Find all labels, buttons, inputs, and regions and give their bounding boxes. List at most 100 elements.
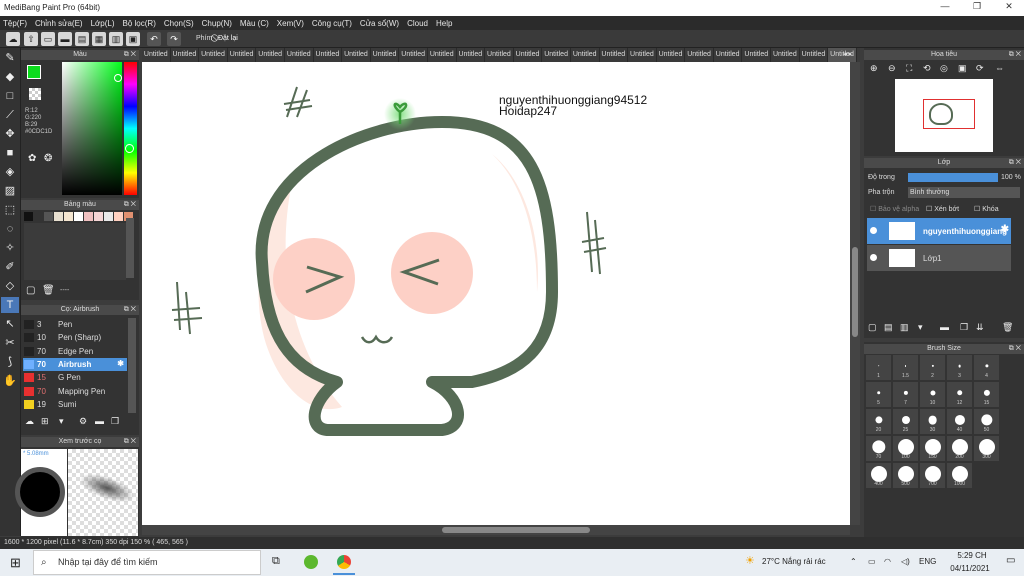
chat-icon[interactable]: ▬ [58, 32, 72, 46]
rotate-right-icon[interactable]: ⟳ [976, 63, 984, 74]
hue-slider[interactable] [124, 62, 137, 195]
lock-checkbox[interactable]: ☐ Khóa [974, 205, 999, 213]
tab-untitled[interactable]: Untitled [657, 48, 686, 62]
minimize-button[interactable]: — [930, 1, 960, 15]
select-eraser-icon[interactable]: ◇ [1, 278, 19, 294]
brush-size-option[interactable]: 200 [947, 436, 972, 461]
brush-tool-icon[interactable]: ✎ [1, 50, 19, 66]
maximize-button[interactable]: ❐ [962, 1, 992, 15]
menu-item[interactable]: Help [436, 19, 452, 28]
network-icon[interactable]: ▭ [868, 557, 876, 566]
tab-untitled[interactable]: Untitled [800, 48, 829, 62]
layer-row-layer1[interactable]: Lớp1 [867, 245, 1011, 271]
brush-size-option[interactable]: 15 [974, 382, 999, 407]
tab-untitled[interactable]: Untitled [457, 48, 486, 62]
duplicate-brush-icon[interactable]: ❐ [111, 416, 119, 427]
redo-icon[interactable]: ↷ [167, 32, 181, 46]
color-wheel-icon[interactable]: ❂ [44, 153, 52, 164]
brush-item[interactable]: 70 Airbrush ✱ [23, 357, 127, 371]
tab-untitled[interactable]: Untitled [142, 48, 171, 62]
menu-item[interactable]: Màu (C) [240, 19, 269, 28]
cloud-icon[interactable]: ☁ [6, 32, 20, 46]
tab-untitled[interactable]: Untitled [714, 48, 743, 62]
brush-size-option[interactable]: 30 [920, 409, 945, 434]
page-icon[interactable]: ▤ [75, 32, 89, 46]
menu-item[interactable]: Chụp(N) [202, 19, 232, 28]
menu-item[interactable]: Xem(V) [277, 19, 304, 28]
horizontal-scrollbar[interactable] [142, 525, 850, 535]
palette-scrollbar[interactable] [126, 218, 134, 278]
layout-icon[interactable]: ▥ [109, 32, 123, 46]
dot-tool-icon[interactable]: ⟋ [1, 107, 19, 123]
fill-rect-tool-icon[interactable]: ■ [1, 145, 19, 161]
menu-item[interactable]: Công cụ(T) [312, 19, 352, 28]
brush-size-option[interactable]: 7 [893, 382, 918, 407]
flip-icon[interactable]: ⇔ [995, 63, 1004, 73]
tab-untitled[interactable]: Untitled [628, 48, 657, 62]
new-layer-icon[interactable]: ▢ [868, 322, 877, 333]
tab-untitled[interactable]: Untitled [399, 48, 428, 62]
palette-swatch[interactable] [104, 212, 113, 221]
merge-layer-icon[interactable]: ⇊ [976, 322, 984, 333]
palette-swatch[interactable] [94, 212, 103, 221]
visibility-icon[interactable] [870, 254, 877, 261]
palette-icon[interactable]: ✿ [28, 153, 36, 164]
select-pen-icon[interactable]: ✐ [1, 259, 19, 275]
brush-size-option[interactable]: 100 [893, 436, 918, 461]
panel-close-icon[interactable]: ⧉ ✕ [1009, 50, 1021, 60]
menu-item[interactable]: Tệp(F) [3, 19, 27, 28]
brush-size-option[interactable]: 3 [947, 355, 972, 380]
layer-row-text[interactable]: nguyenthihuonggiang ✱ [867, 218, 1011, 244]
new-8bit-layer-icon[interactable]: ▥ [900, 322, 909, 333]
hand-tool-icon[interactable]: ✋ [1, 373, 19, 389]
brush-size-option[interactable]: 500 [893, 463, 918, 488]
grid-icon[interactable]: ▦ [92, 32, 106, 46]
reset-button[interactable]: ⃠ Đặt lại [216, 35, 238, 43]
magic-wand-icon[interactable]: ✧ [1, 240, 19, 256]
blend-mode-select[interactable]: Bình thường [908, 187, 1020, 198]
gear-icon[interactable]: ✱ [117, 359, 124, 368]
brush-size-option[interactable]: 25 [893, 409, 918, 434]
delete-layer-icon[interactable]: 🗑 [1002, 322, 1013, 333]
fit-icon[interactable]: ⛶ [906, 63, 912, 74]
zoom-out-icon[interactable]: ⊖ [888, 63, 896, 74]
tab-untitled[interactable]: Untitled [771, 48, 800, 62]
vertical-scrollbar[interactable] [850, 62, 860, 525]
brush-size-option[interactable]: 1 [866, 355, 891, 380]
palette-swatch[interactable] [84, 212, 93, 221]
visibility-icon[interactable] [870, 227, 877, 234]
palette-swatch[interactable] [74, 212, 83, 221]
tab-untitled[interactable]: Untitled [256, 48, 285, 62]
panel-close-icon[interactable]: ⧉ ✕ [1009, 344, 1021, 354]
palette-swatch[interactable] [64, 212, 73, 221]
menu-item[interactable]: Bộ lọc(R) [123, 19, 156, 28]
brush-settings-icon[interactable]: ⚙ [79, 416, 87, 427]
navigator-thumbnail[interactable] [895, 79, 993, 152]
upload-icon[interactable]: ⇧ [24, 32, 38, 46]
tab-untitled[interactable]: Untitled [199, 48, 228, 62]
lasso-icon[interactable]: ◌ [1, 221, 19, 237]
brush-item[interactable]: 70 Edge Pen [23, 345, 127, 358]
brush-size-option[interactable]: 2 [920, 355, 945, 380]
brush-item[interactable]: 3 Pen [23, 318, 127, 331]
opacity-slider[interactable] [908, 173, 998, 182]
tray-chevron-icon[interactable]: ⌃ [850, 557, 857, 566]
brush-item[interactable]: 70 Mapping Pen [23, 385, 127, 398]
new-palette-icon[interactable]: ▢ [26, 285, 35, 296]
horizontal-scroll-thumb[interactable] [442, 527, 590, 533]
weather-text[interactable]: 27°C Nắng rải rác [762, 557, 826, 566]
wifi-icon[interactable]: ◠ [884, 557, 891, 566]
panel-close-icon[interactable]: ⧉ ✕ [1009, 158, 1021, 168]
actual-size-icon[interactable]: ▣ [958, 63, 967, 74]
brush-size-option[interactable]: 4 [974, 355, 999, 380]
chrome-app-icon[interactable] [337, 555, 351, 569]
menu-item[interactable]: Lớp(L) [91, 19, 115, 28]
brush-folder-icon[interactable]: ▬ [95, 416, 104, 426]
brush-size-option[interactable]: 20 [866, 409, 891, 434]
menu-item[interactable]: Chọn(S) [164, 19, 194, 28]
panel-close-icon[interactable]: ⧉ ✕ [124, 200, 136, 210]
brush-item[interactable]: 15 G Pen [23, 371, 127, 384]
pages-icon[interactable]: ▣ [126, 32, 140, 46]
duplicate-layer-icon[interactable]: ❐ [960, 322, 968, 333]
menu-item[interactable]: Chỉnh sửa(E) [35, 19, 83, 28]
